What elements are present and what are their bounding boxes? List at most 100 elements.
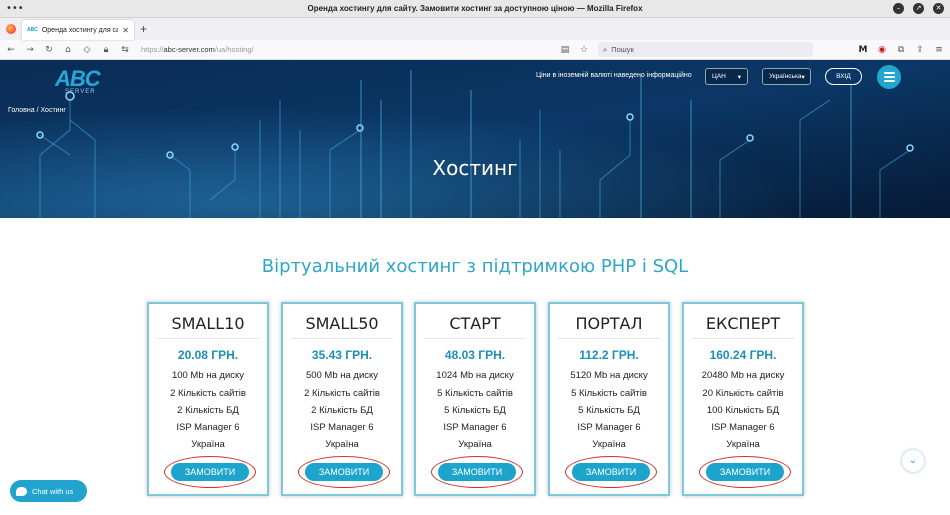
chevron-down-icon: ⌄ — [908, 455, 918, 466]
plan-feature-panel: ISP Manager 6 — [577, 422, 641, 433]
tab-bar: ABC Оренда хостингу для сайту ✕ + — [0, 18, 950, 40]
currency-value: ЦАН — [712, 73, 726, 80]
order-highlight: ЗАМОВИТИ — [565, 456, 657, 488]
plan-price: 112.2 ГРН. — [579, 348, 639, 362]
address-bar[interactable]: https://abc-server.com/ua/hosting/ — [141, 45, 551, 54]
hamburger-icon — [883, 72, 895, 74]
section-title: Віртуальний хостинг з підтримкою PHP і S… — [261, 256, 689, 277]
plan-feature-disk: 500 Mb на диску — [305, 370, 379, 381]
plan-price: 20.08 ГРН. — [177, 348, 239, 362]
search-placeholder: Пошук — [611, 45, 634, 54]
back-icon[interactable]: ← — [6, 45, 16, 55]
search-icon: ⌕ — [603, 44, 608, 54]
tab-label: Оренда хостингу для сайту — [41, 26, 119, 34]
plan-feature-db: 100 Кількість БД — [706, 405, 780, 416]
order-button[interactable]: ЗАМОВИТИ — [438, 463, 516, 481]
plan-feature-country: Україна — [592, 439, 626, 450]
permissions-icon[interactable]: ⇆ — [120, 45, 130, 55]
window-titlebar: ••• Оренда хостингу для сайту. Замовити … — [0, 0, 950, 18]
divider — [692, 338, 794, 339]
currency-select[interactable]: ЦАН ▾ — [705, 68, 748, 85]
url-path: /ua/hosting/ — [214, 45, 254, 54]
gmail-icon[interactable]: M — [858, 45, 868, 55]
plan-feature-disk: 5120 Mb на диску — [570, 370, 648, 381]
plan-card: SMALL50 35.43 ГРН. 500 Mb на диску 2 Кількі… — [281, 302, 403, 496]
scroll-down-button[interactable]: ⌄ — [901, 449, 925, 473]
plan-price: 35.43 ГРН. — [311, 348, 373, 362]
window-title: Оренда хостингу для сайту. Замовити хост… — [307, 4, 643, 13]
plan-feature-country: Україна — [191, 439, 225, 450]
plan-feature-disk: 100 Mb на диску — [171, 370, 245, 381]
order-highlight: ЗАМОВИТИ — [431, 456, 523, 488]
order-button[interactable]: ЗАМОВИТИ — [706, 463, 784, 481]
plan-feature-sites: 5 Кількість сайтів — [437, 388, 513, 399]
language-select[interactable]: Українська ▾ — [762, 68, 811, 85]
reload-icon[interactable]: ↻ — [44, 45, 54, 55]
plan-feature-disk: 1024 Mb на диску — [436, 370, 514, 381]
breadcrumb-separator: / — [36, 107, 39, 114]
url-host: abc-server.com — [163, 45, 215, 54]
extensions-icon[interactable]: ⧉ — [896, 45, 906, 55]
breadcrumb-home[interactable]: Головна — [8, 107, 35, 114]
plan-name: SMALL50 — [305, 314, 379, 333]
plan-price: 160.24 ГРН. — [709, 348, 777, 362]
order-button[interactable]: ЗАМОВИТИ — [171, 463, 249, 481]
plan-feature-country: Україна — [325, 439, 359, 450]
breadcrumb: Головна / Хостинг — [8, 107, 66, 114]
plan-feature-panel: ISP Manager 6 — [310, 422, 374, 433]
plan-name: ЕКСПЕРТ — [705, 314, 781, 333]
divider — [558, 338, 660, 339]
forward-icon[interactable]: → — [25, 45, 35, 55]
login-button[interactable]: ВХІД — [825, 68, 862, 85]
minimize-icon[interactable]: – — [893, 3, 904, 14]
extension-badge-icon[interactable]: ◉ — [877, 45, 887, 55]
bookmark-star-icon[interactable]: ☆ — [579, 45, 589, 55]
chat-button[interactable]: Chat with us — [10, 480, 87, 502]
language-value: Українська — [769, 73, 802, 80]
share-icon[interactable]: ⇪ — [915, 45, 925, 55]
close-icon[interactable]: ✕ — [933, 3, 944, 14]
order-highlight: ЗАМОВИТИ — [164, 456, 256, 488]
site-favicon-icon: ABC — [27, 27, 38, 33]
plan-card: ПОРТАЛ 112.2 ГРН. 5120 Mb на диску 5 Кількі… — [548, 302, 670, 496]
plan-feature-sites: 2 Кількість сайтів — [170, 388, 246, 399]
order-button[interactable]: ЗАМОВИТИ — [572, 463, 650, 481]
plan-feature-sites: 5 Кількість сайтів — [571, 388, 647, 399]
currency-note: Ціни в іноземній валюті наведено інформа… — [536, 72, 692, 79]
home-icon[interactable]: ⌂ — [63, 45, 73, 55]
site-logo[interactable]: ABC SERVER — [55, 66, 120, 98]
window-menu-icon[interactable]: ••• — [6, 3, 24, 14]
search-input[interactable]: ⌕ Пошук — [598, 42, 813, 57]
chevron-down-icon: ▾ — [801, 73, 805, 81]
hero-banner: ABC SERVER Ціни в іноземній валюті навед… — [0, 60, 950, 218]
plan-name: SMALL10 — [171, 314, 245, 333]
maximize-icon[interactable]: ↗ — [913, 3, 924, 14]
app-menu-icon[interactable]: ≡ — [934, 45, 944, 55]
chevron-down-icon: ▾ — [737, 73, 741, 81]
plan-feature-db: 2 Кількість БД — [177, 405, 239, 416]
order-button[interactable]: ЗАМОВИТИ — [305, 463, 383, 481]
navigation-bar: ← → ↻ ⌂ ◇ 🔒︎ ⇆ https://abc-server.com/ua… — [0, 40, 950, 60]
plan-name: СТАРТ — [449, 314, 501, 333]
chat-label: Chat with us — [32, 486, 74, 496]
breadcrumb-current: Хостинг — [40, 107, 66, 114]
new-tab-icon[interactable]: + — [140, 20, 147, 40]
plan-feature-panel: ISP Manager 6 — [443, 422, 507, 433]
lock-icon[interactable]: 🔒︎ — [101, 45, 111, 55]
plan-feature-disk: 20480 Mb на диску — [701, 370, 785, 381]
plan-feature-sites: 20 Кількість сайтів — [702, 388, 784, 399]
shield-icon[interactable]: ◇ — [82, 45, 92, 55]
plan-feature-panel: ISP Manager 6 — [711, 422, 775, 433]
menu-button[interactable] — [877, 65, 901, 89]
plan-feature-country: Україна — [726, 439, 760, 450]
divider — [157, 338, 259, 339]
browser-tab[interactable]: ABC Оренда хостингу для сайту ✕ — [22, 20, 134, 40]
url-scheme: https:// — [141, 45, 164, 54]
plan-feature-sites: 2 Кількість сайтів — [304, 388, 380, 399]
plan-name: ПОРТАЛ — [575, 314, 643, 333]
order-highlight: ЗАМОВИТИ — [298, 456, 390, 488]
order-highlight: ЗАМОВИТИ — [699, 456, 791, 488]
reader-view-icon[interactable]: ▤ — [560, 45, 570, 55]
tab-close-icon[interactable]: ✕ — [122, 26, 129, 35]
firefox-icon — [6, 24, 16, 34]
